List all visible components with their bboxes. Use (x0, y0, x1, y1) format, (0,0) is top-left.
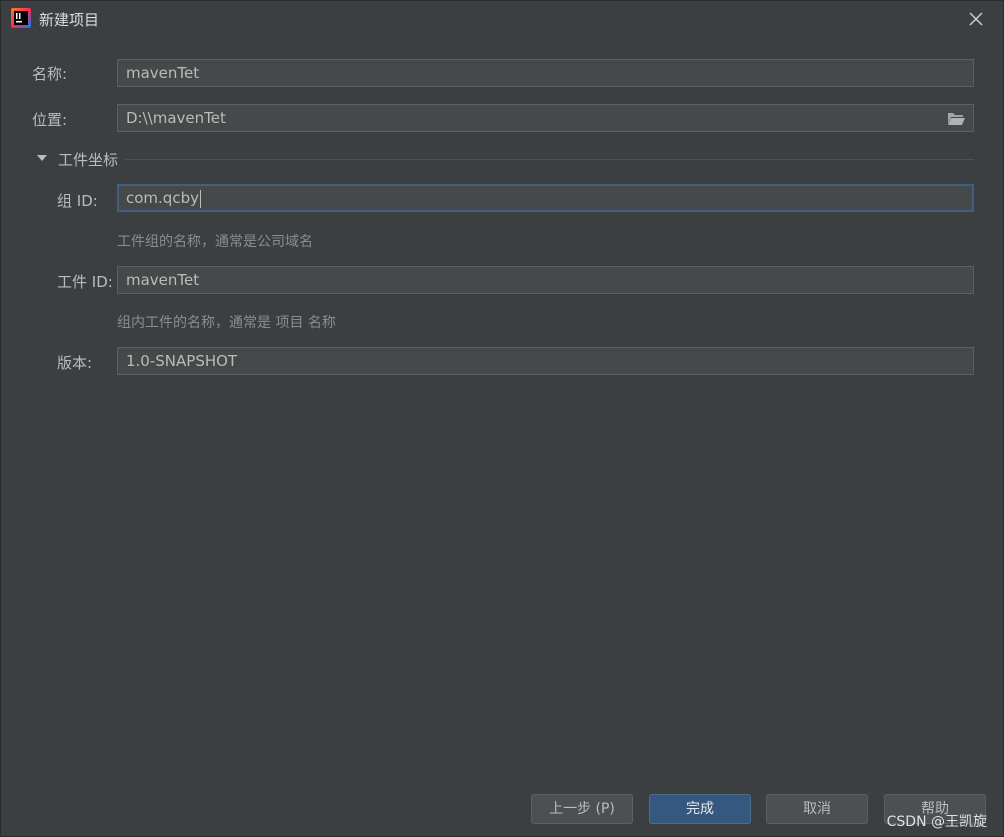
version-label: 版本: (57, 354, 93, 372)
intellij-idea-icon (11, 8, 31, 28)
group-id-input-value: com.qcby (126, 189, 199, 207)
title-bar: 新建项目 (1, 1, 1003, 37)
group-id-label: 组 ID: (57, 192, 98, 210)
location-label: 位置: (32, 111, 68, 129)
name-label: 名称: (32, 65, 68, 83)
artifact-id-label: 工件 ID: (57, 273, 113, 291)
folder-open-icon[interactable] (947, 110, 965, 126)
name-input-value: mavenTet (126, 64, 200, 82)
window-title: 新建项目 (39, 11, 100, 29)
name-input[interactable]: mavenTet (117, 59, 974, 87)
version-input[interactable]: 1.0-SNAPSHOT (117, 347, 974, 375)
group-id-input[interactable]: com.qcby (117, 184, 974, 212)
watermark: CSDN @王凯旋 (886, 814, 987, 830)
artifact-coordinates-title: 工件坐标 (58, 151, 119, 169)
cancel-button[interactable]: 取消 (766, 794, 868, 824)
finish-button[interactable]: 完成 (649, 794, 751, 824)
triangle-down-icon[interactable] (35, 151, 49, 165)
text-caret (199, 189, 201, 208)
section-divider (125, 159, 974, 160)
location-input-value: D:\\mavenTet (126, 109, 226, 127)
group-id-hint: 工件组的名称，通常是公司域名 (117, 234, 313, 250)
previous-button[interactable]: 上一步 (P) (531, 794, 633, 824)
location-input[interactable]: D:\\mavenTet (117, 104, 974, 132)
close-icon[interactable] (965, 8, 987, 30)
artifact-id-input-value: mavenTet (126, 271, 200, 289)
artifact-id-hint: 组内工件的名称，通常是 项目 名称 (117, 315, 336, 331)
version-input-value: 1.0-SNAPSHOT (126, 352, 238, 370)
artifact-id-input[interactable]: mavenTet (117, 266, 974, 294)
new-project-dialog: 新建项目 名称: mavenTet 位置: D:\\mavenTet 工件坐标 … (0, 0, 1004, 837)
